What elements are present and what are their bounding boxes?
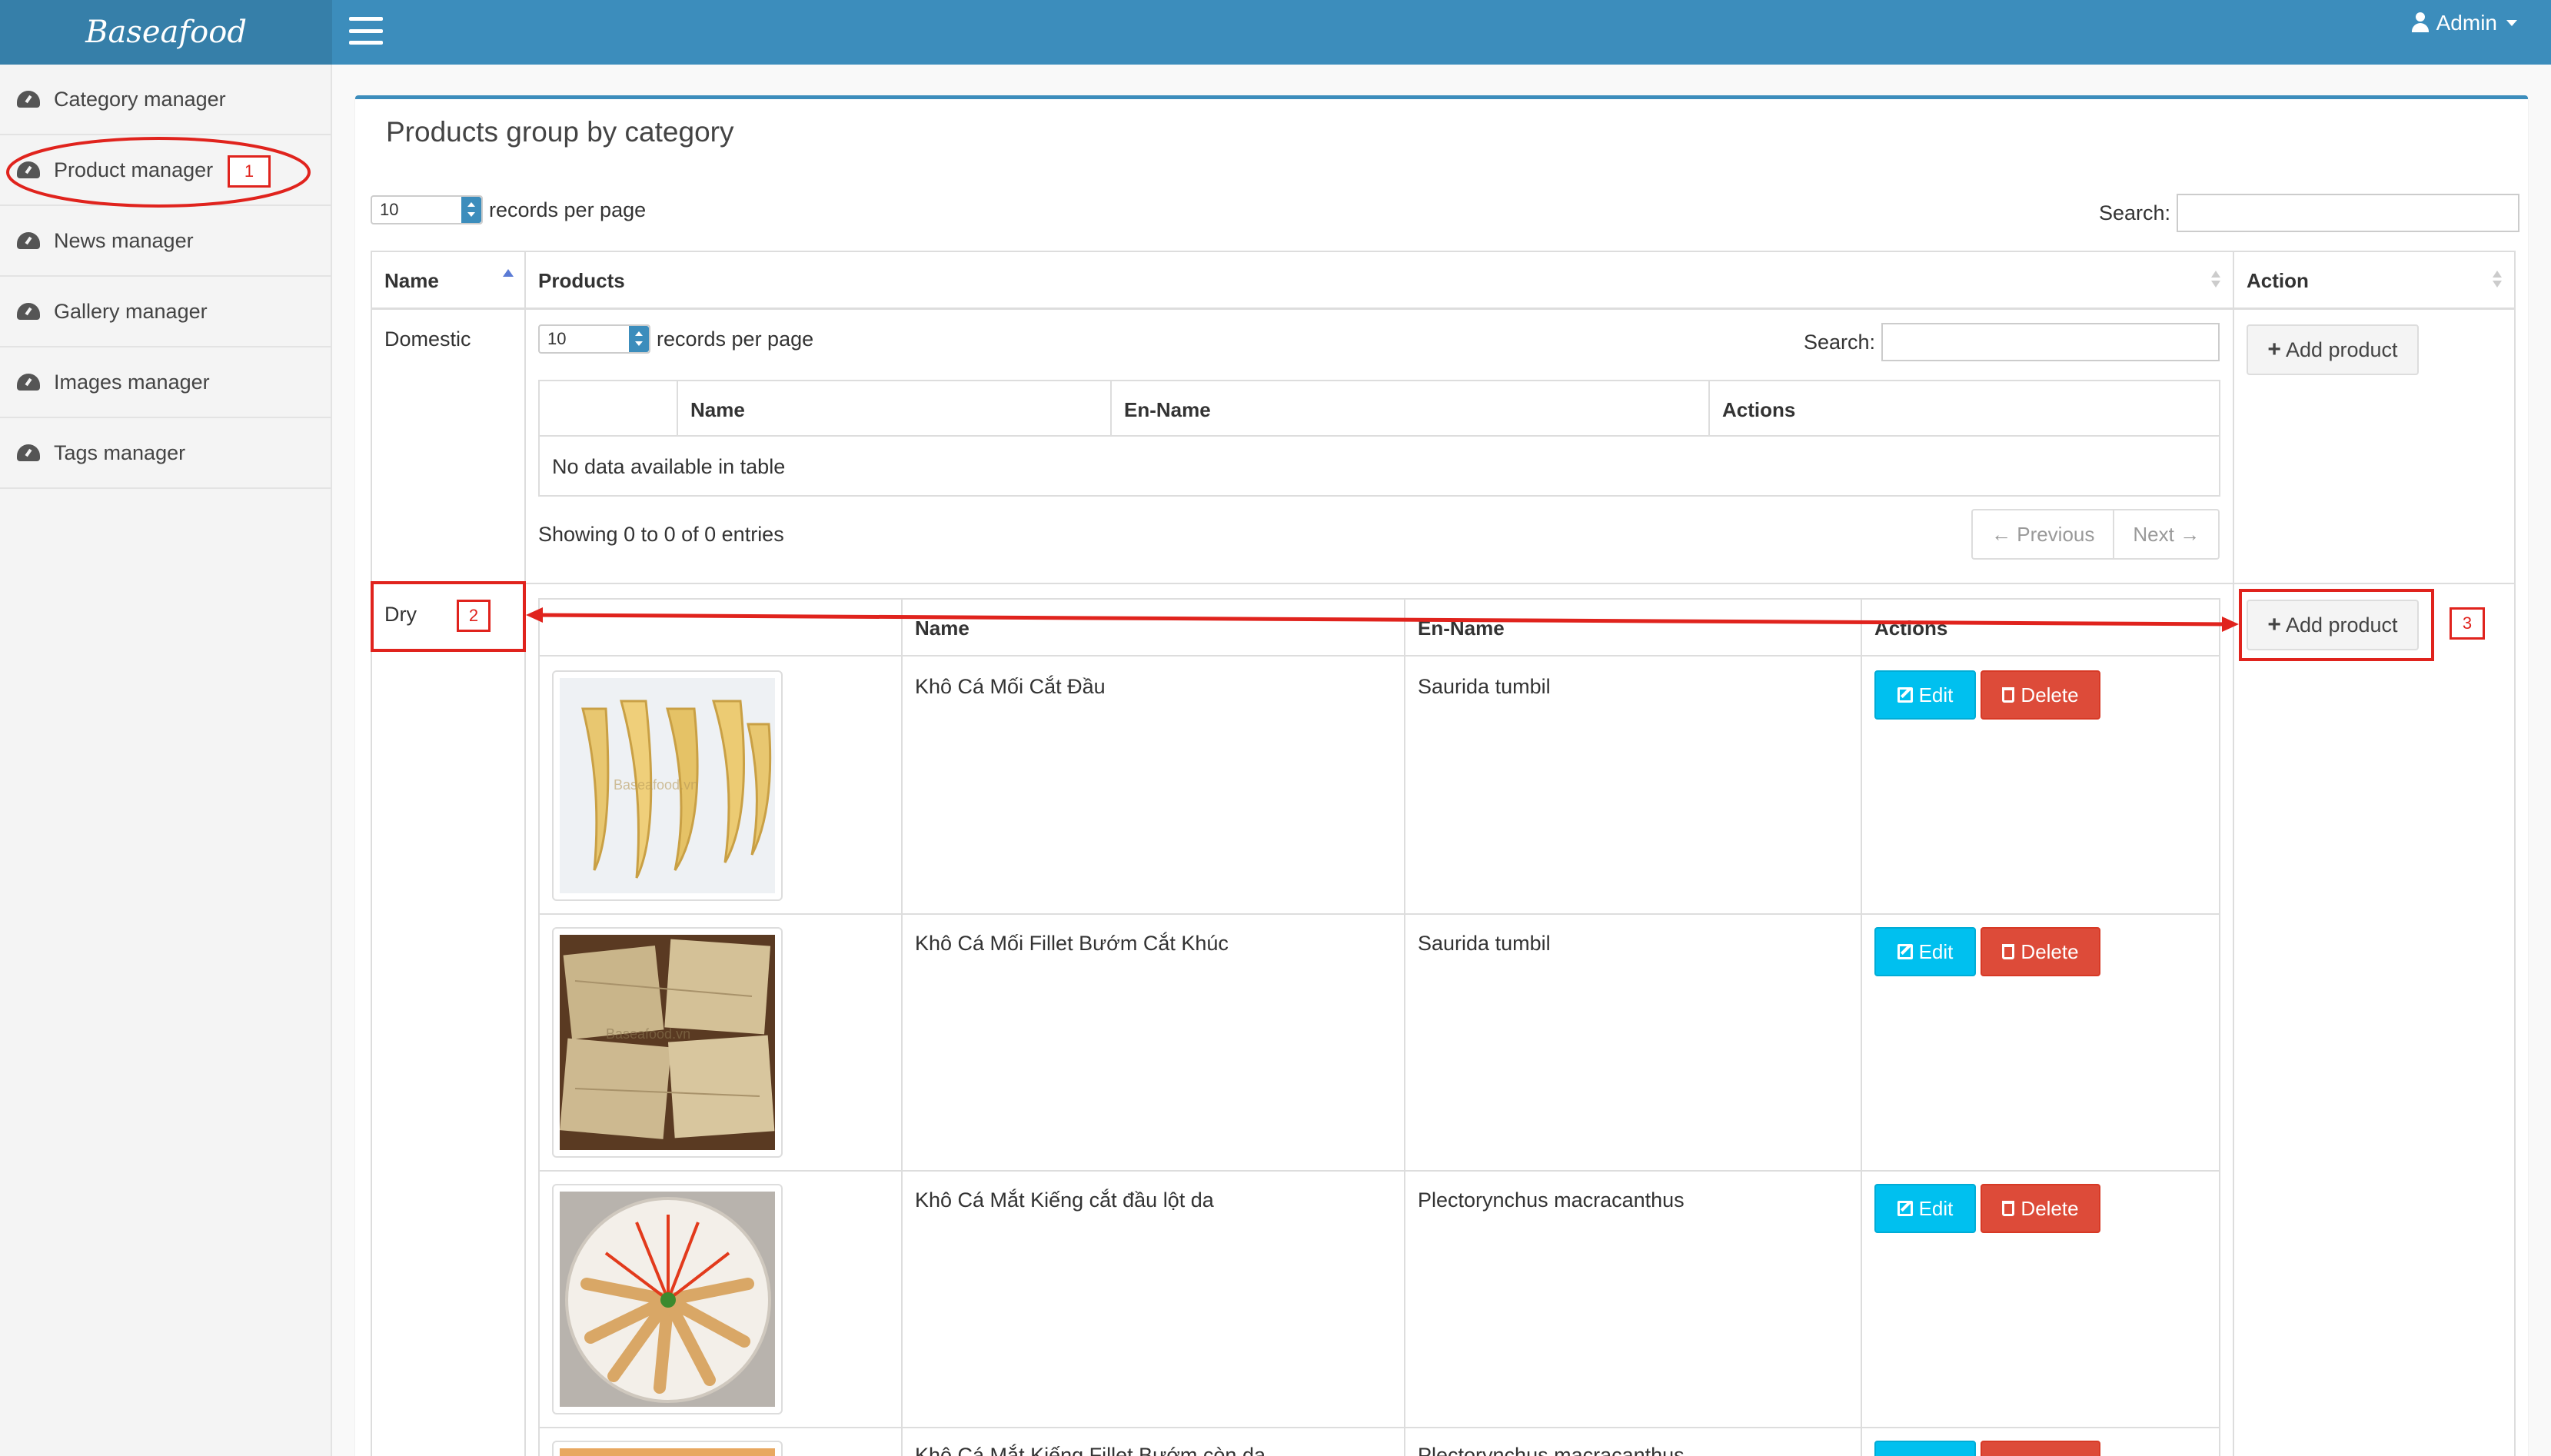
annotation-marker-2: 2 [457,600,491,632]
arrow-right-icon [2222,617,2239,632]
annotation-box-dry [371,581,526,652]
annotation-arrow-line [534,613,2230,627]
annotation-marker-1: 1 [228,155,271,188]
arrow-left-icon [526,607,543,623]
annotation-marker-3: 3 [2450,607,2485,640]
annotation-overlay [6,137,2239,632]
annotation-box-add-product [2239,589,2434,661]
